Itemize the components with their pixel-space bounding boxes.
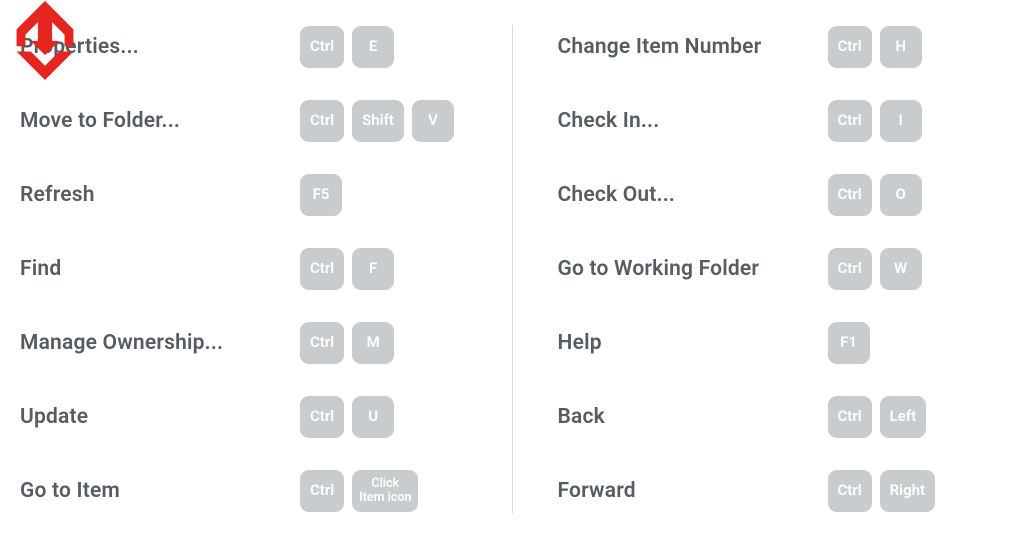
key-cap: Ctrl — [300, 396, 344, 438]
key-cap: Ctrl — [828, 174, 872, 216]
shortcut-label: Manage Ownership... — [20, 331, 300, 355]
key-cap: U — [352, 396, 394, 438]
key-cap: Click Item icon — [352, 470, 418, 512]
shortcut-keys: Ctrl O — [828, 174, 922, 216]
key-cap: O — [880, 174, 922, 216]
shortcut-label: Move to Folder... — [20, 109, 300, 133]
shortcut-keys: Ctrl Shift V — [300, 100, 454, 142]
shortcut-keys: Ctrl W — [828, 248, 922, 290]
shortcut-label: Change Item Number — [533, 35, 828, 59]
left-column: Properties... Ctrl E Move to Folder... C… — [0, 10, 512, 528]
shortcut-label: Back — [533, 405, 828, 429]
key-cap: Ctrl — [828, 396, 872, 438]
shortcut-keys: Ctrl H — [828, 26, 922, 68]
key-cap: Left — [880, 396, 927, 438]
key-cap: Ctrl — [828, 248, 872, 290]
shortcut-keys: Ctrl F — [300, 248, 394, 290]
shortcut-label: Find — [20, 257, 300, 281]
key-cap: Shift — [352, 100, 404, 142]
shortcut-label: Go to Item — [20, 479, 300, 503]
shortcut-row: Forward Ctrl Right — [513, 454, 1024, 528]
shortcut-keys: F5 — [300, 174, 342, 216]
key-cap: Ctrl — [828, 26, 872, 68]
key-cap: W — [880, 248, 922, 290]
key-cap: E — [352, 26, 394, 68]
shortcut-row: Go to Item Ctrl Click Item icon — [0, 454, 512, 528]
shortcut-label: Check Out... — [533, 183, 828, 207]
key-cap: Ctrl — [828, 100, 872, 142]
logo-icon — [0, 0, 90, 80]
shortcut-keys: Ctrl U — [300, 396, 394, 438]
shortcut-label: Update — [20, 405, 300, 429]
key-cap: M — [352, 322, 394, 364]
shortcut-label: Help — [533, 331, 828, 355]
shortcut-row: Update Ctrl U — [0, 380, 512, 454]
shortcut-keys: Ctrl I — [828, 100, 922, 142]
shortcut-keys: Ctrl E — [300, 26, 394, 68]
shortcut-keys: F1 — [828, 322, 870, 364]
shortcut-row: Manage Ownership... Ctrl M — [0, 306, 512, 380]
shortcut-row: Refresh F5 — [0, 158, 512, 232]
shortcut-row: Change Item Number Ctrl H — [513, 10, 1024, 84]
key-cap: V — [412, 100, 454, 142]
shortcut-keys: Ctrl Right — [828, 470, 936, 512]
shortcut-keys: Ctrl Click Item icon — [300, 470, 418, 512]
key-cap: Ctrl — [300, 470, 344, 512]
shortcut-row: Back Ctrl Left — [513, 380, 1024, 454]
key-cap: H — [880, 26, 922, 68]
shortcut-label: Go to Working Folder — [533, 257, 828, 281]
shortcut-row: Check In... Ctrl I — [513, 84, 1024, 158]
shortcut-label: Forward — [533, 479, 828, 503]
key-cap: Ctrl — [300, 248, 344, 290]
shortcut-label: Check In... — [533, 109, 828, 133]
key-cap: Ctrl — [300, 26, 344, 68]
key-cap: Ctrl — [300, 100, 344, 142]
key-cap: F1 — [828, 322, 870, 364]
shortcut-row: Go to Working Folder Ctrl W — [513, 232, 1024, 306]
key-cap: F5 — [300, 174, 342, 216]
key-cap: Ctrl — [300, 322, 344, 364]
key-cap: I — [880, 100, 922, 142]
key-cap: Ctrl — [828, 470, 872, 512]
key-cap: Right — [880, 470, 935, 512]
right-column: Change Item Number Ctrl H Check In... Ct… — [513, 10, 1024, 528]
shortcut-keys: Ctrl Left — [828, 396, 927, 438]
key-cap: F — [352, 248, 394, 290]
shortcut-row: Help F1 — [513, 306, 1024, 380]
shortcut-row: Move to Folder... Ctrl Shift V — [0, 84, 512, 158]
shortcut-keys: Ctrl M — [300, 322, 394, 364]
shortcut-row: Find Ctrl F — [0, 232, 512, 306]
shortcut-row: Check Out... Ctrl O — [513, 158, 1024, 232]
shortcut-label: Refresh — [20, 183, 300, 207]
